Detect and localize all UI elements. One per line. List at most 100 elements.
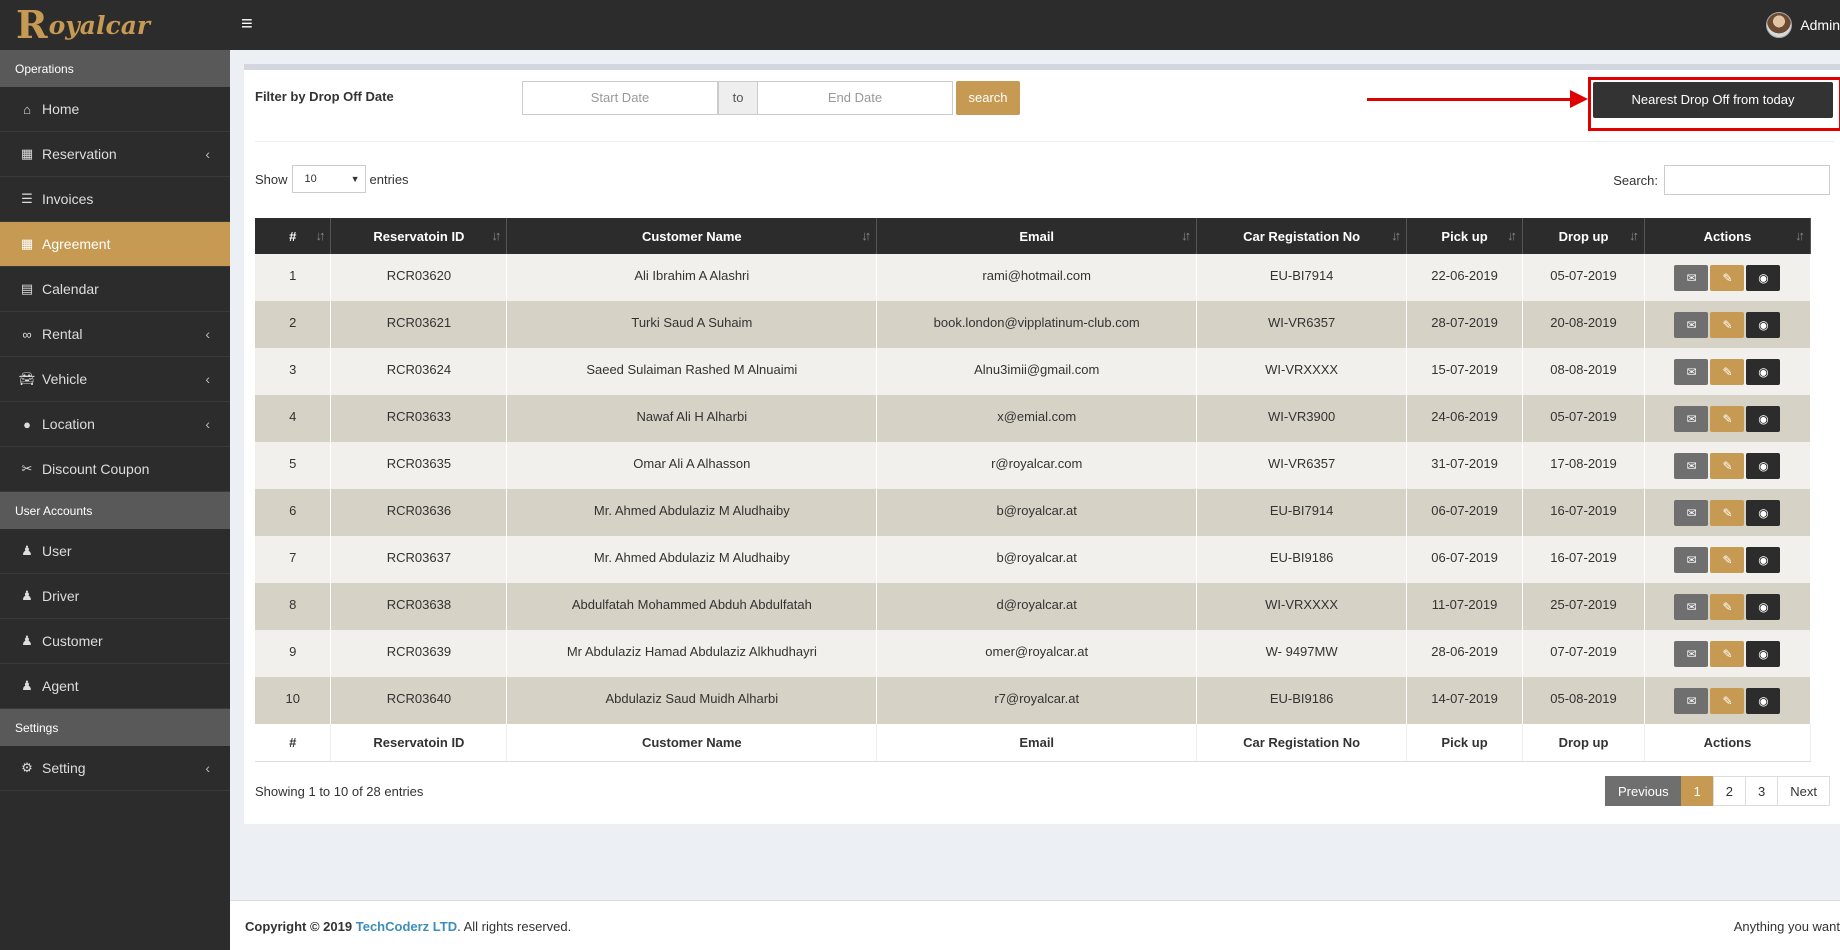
nearest-drop-off-button[interactable]: Nearest Drop Off from today	[1593, 82, 1833, 118]
edit-icon[interactable]: ✎	[1710, 547, 1745, 573]
sidebar-item-reservation[interactable]: ▦ Reservation ‹	[0, 132, 230, 177]
edit-icon[interactable]: ✎	[1710, 453, 1745, 479]
sidebar-item-calendar[interactable]: ▤ Calendar	[0, 267, 230, 312]
view-icon[interactable]: ◉	[1746, 594, 1781, 620]
table-cell: WI-VR6357	[1196, 301, 1408, 348]
view-icon[interactable]: ◉	[1746, 688, 1781, 714]
sidebar-toggle-icon[interactable]: ≡	[241, 13, 253, 36]
edit-icon[interactable]: ✎	[1710, 359, 1745, 385]
edit-icon[interactable]: ✎	[1710, 500, 1745, 526]
table-cell: 08-08-2019	[1522, 348, 1645, 395]
table-row: 4 RCR03633 Nawaf Ali H Alharbi x@emial.com W…	[255, 395, 1812, 442]
sort-icon: ↓↑	[1391, 228, 1401, 243]
email-icon[interactable]: ✉	[1674, 453, 1709, 479]
table-cell: Abdulfatah Mohammed Abduh Abdulfatah	[506, 583, 878, 630]
email-icon[interactable]: ✉	[1674, 688, 1709, 714]
rights-text: . All rights reserved.	[457, 919, 572, 934]
company-link[interactable]: TechCoderz LTD	[356, 919, 457, 934]
sidebar-item-vehicle[interactable]: 🚘︎ Vehicle ‹	[0, 357, 230, 402]
divider	[255, 141, 1835, 142]
edit-icon[interactable]: ✎	[1710, 594, 1745, 620]
edit-icon[interactable]: ✎	[1710, 688, 1745, 714]
agreement-panel: Filter by Drop Off Date Start Date to En…	[244, 64, 1840, 824]
sidebar-item-setting[interactable]: ⚙ Setting ‹	[0, 746, 230, 791]
sidebar-item-customer[interactable]: ♟ Customer	[0, 619, 230, 664]
table-cell: 3	[255, 348, 332, 395]
column-header[interactable]: Pick up ↓↑	[1406, 218, 1524, 254]
table-cell: RCR03635	[330, 442, 508, 489]
email-icon[interactable]: ✉	[1674, 265, 1709, 291]
sidebar-item-agent[interactable]: ♟ Agent	[0, 664, 230, 709]
edit-icon[interactable]: ✎	[1710, 641, 1745, 667]
search-input[interactable]	[1664, 165, 1830, 195]
caret-down-icon: ▼	[350, 174, 360, 184]
view-icon[interactable]: ◉	[1746, 265, 1781, 291]
pagination-previous[interactable]: Previous	[1604, 776, 1682, 806]
view-icon[interactable]: ◉	[1746, 359, 1781, 385]
edit-icon[interactable]: ✎	[1710, 265, 1745, 291]
pagination-next[interactable]: Next	[1777, 776, 1830, 806]
column-header[interactable]: Drop up ↓↑	[1522, 218, 1645, 254]
sidebar-item-driver[interactable]: ♟ Driver	[0, 574, 230, 619]
email-icon[interactable]: ✉	[1674, 312, 1709, 338]
view-icon[interactable]: ◉	[1746, 406, 1781, 432]
entries-select[interactable]: 10 ▼	[291, 165, 366, 193]
end-date-input[interactable]: End Date	[757, 81, 953, 115]
sidebar-item-rental[interactable]: ∞ Rental ‹	[0, 312, 230, 357]
edit-icon[interactable]: ✎	[1710, 406, 1745, 432]
sidebar-item-home[interactable]: ⌂ Home	[0, 87, 230, 132]
logo-text: oyalcar	[48, 10, 151, 40]
column-header[interactable]: # ↓↑	[255, 218, 332, 254]
chevron-left-icon: ‹	[205, 371, 210, 387]
list-icon: ☰	[21, 191, 33, 206]
email-icon[interactable]: ✉	[1674, 359, 1709, 385]
user-menu[interactable]: Admin	[1766, 12, 1840, 38]
view-icon[interactable]: ◉	[1746, 547, 1781, 573]
table-cell: 16-07-2019	[1522, 536, 1645, 583]
sidebar-section-user-accounts: User Accounts	[0, 492, 230, 529]
column-header[interactable]: Actions ↓↑	[1644, 218, 1812, 254]
pagination-page-3[interactable]: 3	[1745, 776, 1779, 806]
table-cell: b@royalcar.at	[876, 489, 1198, 536]
email-icon[interactable]: ✉	[1674, 547, 1709, 573]
column-header[interactable]: Reservatoin ID ↓↑	[330, 218, 508, 254]
sidebar-item-invoices[interactable]: ☰ Invoices	[0, 177, 230, 222]
view-icon[interactable]: ◉	[1746, 453, 1781, 479]
table-cell: RCR03638	[330, 583, 508, 630]
view-icon[interactable]: ◉	[1746, 312, 1781, 338]
column-footer-label: #	[255, 724, 332, 762]
start-date-input[interactable]: Start Date	[522, 81, 718, 115]
table-row: 6 RCR03636 Mr. Ahmed Abdulaziz M Aludhaiby…	[255, 489, 1812, 536]
pagination-page-2[interactable]: 2	[1712, 776, 1747, 806]
table-cell: Mr. Ahmed Abdulaziz M Aludhaiby	[506, 489, 878, 536]
sidebar-item-user[interactable]: ♟ User	[0, 529, 230, 574]
column-header[interactable]: Customer Name ↓↑	[506, 218, 878, 254]
sidebar-item-label: Reservation	[42, 146, 117, 162]
column-header[interactable]: Car Registation No ↓↑	[1196, 218, 1408, 254]
search-button[interactable]: search	[956, 81, 1020, 115]
column-header-label: Drop up	[1558, 228, 1609, 244]
table-cell: x@emial.com	[876, 395, 1198, 442]
email-icon[interactable]: ✉	[1674, 594, 1709, 620]
avatar	[1766, 12, 1793, 38]
column-header-label: Actions	[1703, 228, 1752, 244]
column-header[interactable]: Email ↓↑	[876, 218, 1198, 254]
sidebar-item-agreement[interactable]: ▦ Agreement	[0, 222, 230, 267]
email-icon[interactable]: ✉	[1674, 500, 1709, 526]
sidebar-item-discount-coupon[interactable]: ✂ Discount Coupon	[0, 447, 230, 492]
scissors-icon: ✂	[21, 461, 33, 476]
table-cell: 28-06-2019	[1406, 630, 1524, 677]
sidebar-item-location[interactable]: ● Location ‹	[0, 402, 230, 447]
user-secret-icon: ♟	[21, 678, 33, 693]
email-icon[interactable]: ✉	[1674, 641, 1709, 667]
brand-logo[interactable]: R oyalcar	[0, 0, 230, 50]
sort-icon: ↓↑	[1507, 228, 1517, 243]
date-range-to-label: to	[718, 81, 758, 115]
view-icon[interactable]: ◉	[1746, 641, 1781, 667]
email-icon[interactable]: ✉	[1674, 406, 1709, 432]
table-cell: Mr Abdulaziz Hamad Abdulaziz Alkhudhayri	[506, 630, 878, 677]
table-cell: 05-07-2019	[1522, 254, 1645, 301]
pagination-page-1[interactable]: 1	[1680, 776, 1714, 806]
view-icon[interactable]: ◉	[1746, 500, 1781, 526]
edit-icon[interactable]: ✎	[1710, 312, 1745, 338]
